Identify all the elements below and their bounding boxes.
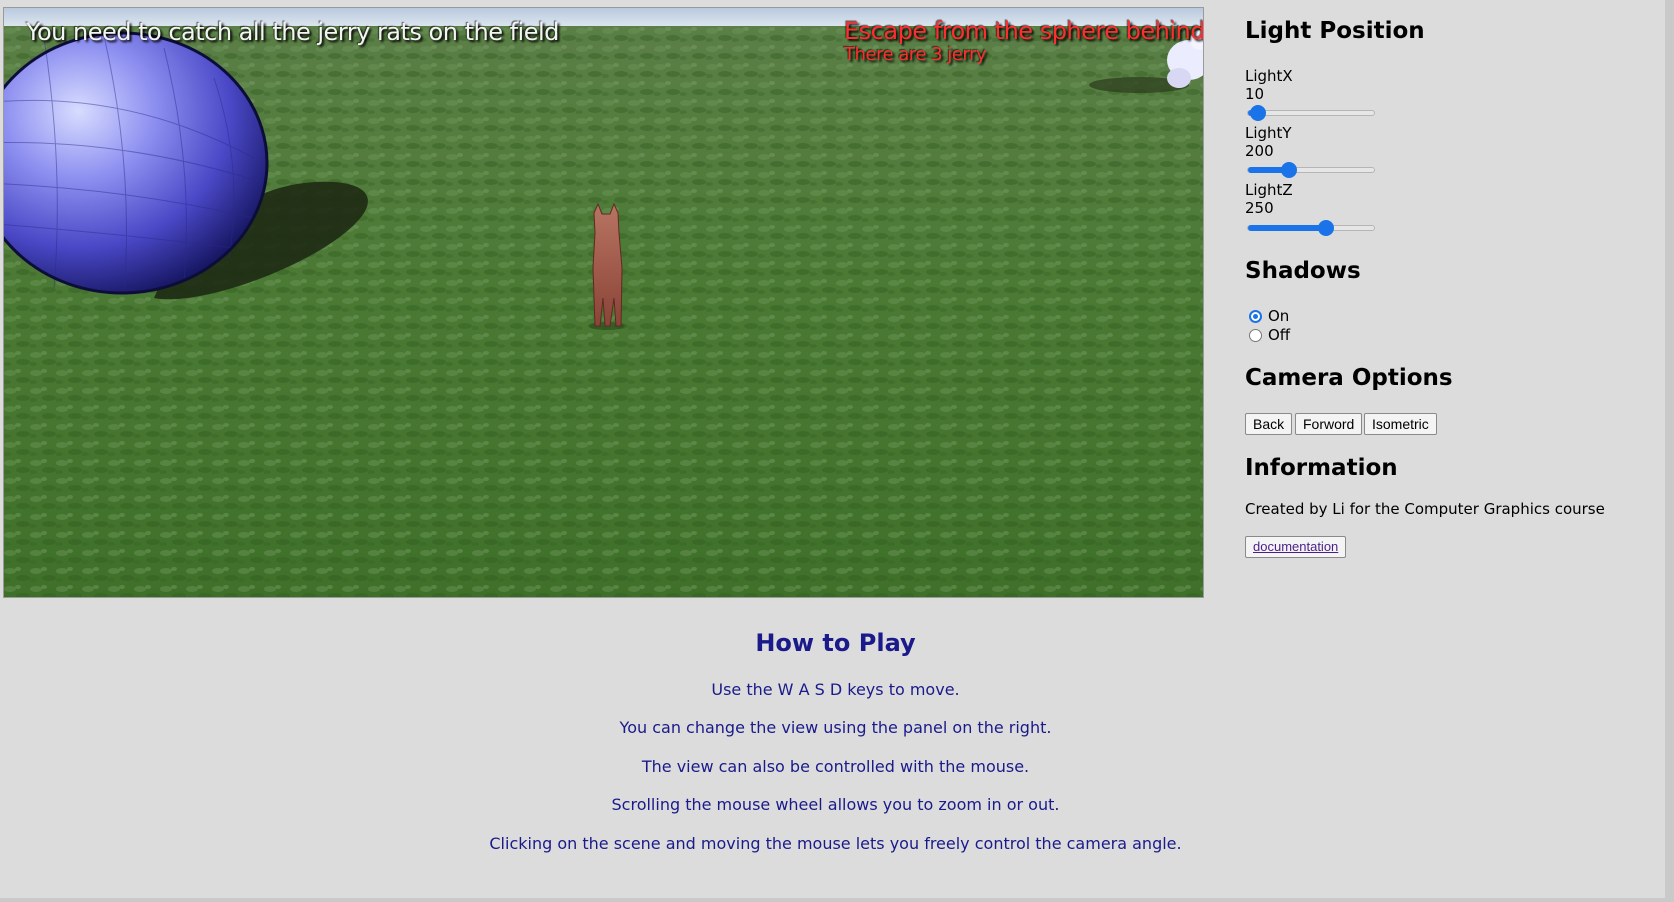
game-canvas[interactable]: You need to catch all the jerry rats on … bbox=[3, 7, 1204, 598]
shadows-off-option[interactable]: Off bbox=[1249, 326, 1290, 344]
howto-line-move: Use the W A S D keys to move. bbox=[711, 680, 960, 699]
camera-forward-button[interactable]: Forword bbox=[1295, 413, 1363, 435]
slider-value-lighty: 200 bbox=[1245, 142, 1274, 160]
howto-line-zoom: Scrolling the mouse wheel allows you to … bbox=[611, 795, 1060, 814]
information-heading: Information bbox=[1245, 455, 1398, 481]
scene-render bbox=[4, 8, 1203, 597]
slider-thumb[interactable] bbox=[1250, 105, 1266, 121]
slider-fill bbox=[1248, 225, 1326, 231]
shadows-on-option[interactable]: On bbox=[1249, 307, 1289, 325]
slider-label-lightx: LightX bbox=[1245, 67, 1293, 85]
hud-jerry-count: There are 3 jerry bbox=[844, 44, 987, 65]
lightx-slider[interactable] bbox=[1247, 105, 1375, 121]
hud-objective-text: You need to catch all the jerry rats on … bbox=[26, 18, 559, 46]
slider-value-lightz: 250 bbox=[1245, 199, 1274, 217]
slider-thumb[interactable] bbox=[1281, 162, 1297, 178]
lightz-slider[interactable] bbox=[1247, 220, 1375, 236]
howto-line-panel: You can change the view using the panel … bbox=[619, 718, 1052, 737]
howto-line-camera: Clicking on the scene and moving the mou… bbox=[489, 834, 1182, 853]
radio-button-on[interactable] bbox=[1249, 309, 1262, 323]
hud-warning-text: Escape from the sphere behind y bbox=[844, 17, 1204, 45]
lighty-slider[interactable] bbox=[1247, 162, 1375, 178]
camera-isometric-button[interactable]: Isometric bbox=[1364, 413, 1437, 435]
slider-value-lightx: 10 bbox=[1245, 85, 1265, 103]
info-credit-text: Created by Li for the Computer Graphics … bbox=[1245, 500, 1605, 518]
shadows-heading: Shadows bbox=[1245, 258, 1361, 284]
how-to-play-title: How to Play bbox=[755, 629, 916, 657]
camera-back-button[interactable]: Back bbox=[1245, 413, 1293, 435]
radio-button-off[interactable] bbox=[1249, 328, 1262, 342]
slider-label-lightz: LightZ bbox=[1245, 181, 1293, 199]
slider-thumb[interactable] bbox=[1318, 220, 1334, 236]
camera-options-heading: Camera Options bbox=[1245, 365, 1453, 391]
slider-label-lighty: LightY bbox=[1245, 124, 1292, 142]
documentation-link-button[interactable]: documentation bbox=[1245, 536, 1347, 558]
light-position-heading: Light Position bbox=[1245, 18, 1425, 44]
howto-line-mouse: The view can also be controlled with the… bbox=[641, 757, 1030, 776]
sphere-enemy bbox=[4, 31, 269, 295]
radio-label-off: Off bbox=[1268, 326, 1291, 344]
scrollbar-track bbox=[1665, 0, 1674, 902]
window-bottom-edge bbox=[0, 898, 1674, 902]
radio-label-on: On bbox=[1268, 307, 1290, 325]
